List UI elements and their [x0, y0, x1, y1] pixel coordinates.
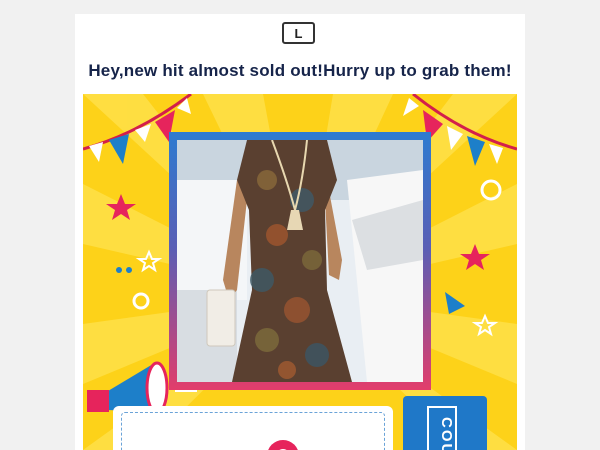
headline: Hey,new hit almost sold out!Hurry up to … [88, 61, 512, 80]
product-frame [169, 132, 431, 390]
email-container: L Hey,new hit almost sold out!Hurry up t… [75, 14, 525, 450]
brand-logo-letter: L [294, 25, 303, 41]
brand-logo[interactable]: L [282, 22, 315, 44]
product-photo[interactable] [177, 140, 423, 382]
coupon-ticket-graphic [268, 440, 298, 450]
promo-banner[interactable]: COU [83, 94, 517, 450]
coupon-label: COU [427, 406, 457, 450]
coupon-ticket[interactable] [113, 406, 393, 450]
paisley-dress-image [177, 140, 423, 382]
